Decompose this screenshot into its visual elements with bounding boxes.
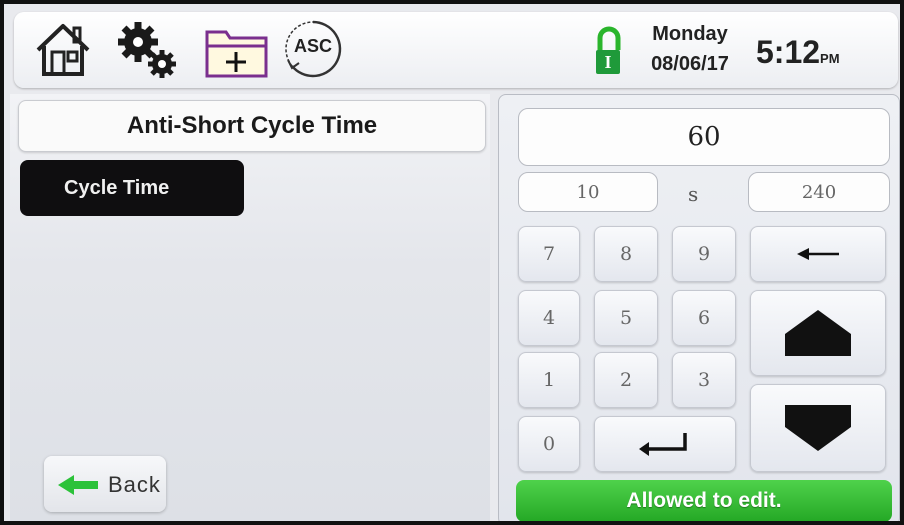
back-arrow-icon [58, 475, 98, 495]
enter-icon [639, 433, 687, 456]
increment-button[interactable] [750, 290, 886, 376]
max-value-field: 240 [748, 172, 890, 212]
key-2[interactable]: 2 [594, 352, 658, 408]
key-8[interactable]: 8 [594, 226, 658, 282]
ampm-label: PM [820, 51, 840, 66]
add-folder-icon[interactable] [204, 24, 270, 80]
unit-label: s [688, 182, 699, 206]
back-button[interactable]: Back [44, 456, 166, 512]
key-6[interactable]: 6 [672, 290, 736, 346]
back-label: Back [108, 472, 161, 497]
device-screen: ASC I Monday 08/06/17 5:12PM Anti-Short … [0, 0, 904, 525]
up-arrow-icon [785, 310, 851, 356]
value-field[interactable]: 60 [518, 108, 890, 166]
backspace-arrow-icon [797, 248, 839, 260]
key-9[interactable]: 9 [672, 226, 736, 282]
page-title: Anti-Short Cycle Time [18, 100, 486, 152]
unlock-icon: I [594, 24, 628, 80]
date-label: 08/06/17 [651, 53, 729, 75]
key-3[interactable]: 3 [672, 352, 736, 408]
key-4[interactable]: 4 [518, 290, 580, 346]
lock-label: I [596, 50, 620, 74]
asc-icon[interactable]: ASC [282, 18, 344, 80]
decrement-button[interactable] [750, 384, 886, 472]
tab-cycle-time[interactable]: Cycle Time [20, 160, 244, 216]
day-label: Monday [652, 23, 728, 45]
settings-gears-icon[interactable] [112, 18, 182, 82]
min-value-field: 10 [518, 172, 658, 212]
key-5[interactable]: 5 [594, 290, 658, 346]
key-0[interactable]: 0 [518, 416, 580, 472]
down-arrow-icon [785, 405, 851, 451]
top-bar: ASC I Monday 08/06/17 5:12PM [14, 12, 898, 88]
home-icon[interactable] [32, 20, 94, 80]
key-7[interactable]: 7 [518, 226, 580, 282]
time-label: 5:12 [756, 34, 821, 70]
enter-button[interactable] [594, 416, 736, 472]
asc-label: ASC [293, 36, 332, 56]
key-1[interactable]: 1 [518, 352, 580, 408]
status-bar: Allowed to edit. [516, 480, 892, 521]
clock: 5:12PM [756, 34, 840, 77]
backspace-button[interactable] [750, 226, 886, 282]
